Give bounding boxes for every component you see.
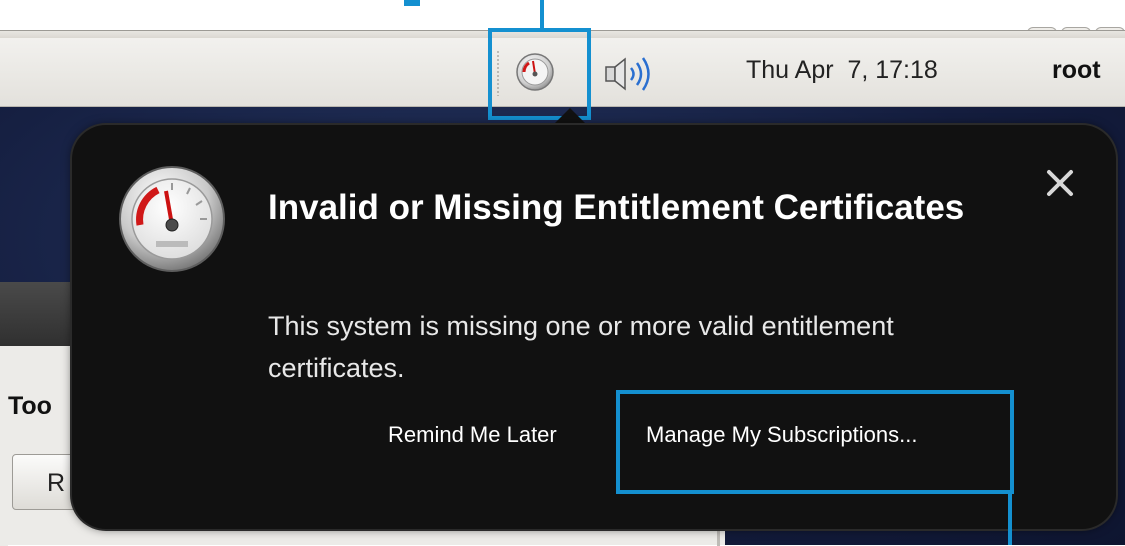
close-icon[interactable] <box>1040 163 1080 203</box>
app-window-frame <box>0 346 8 546</box>
panel-user-menu[interactable]: root <box>1052 56 1101 85</box>
annotation-highlight-tray-icon <box>488 28 591 120</box>
annotation-mark <box>404 0 420 6</box>
panel-clock[interactable]: Thu Apr 7, 17:18 <box>746 56 938 85</box>
notification-body: This system is missing one or more valid… <box>268 311 894 383</box>
annotation-highlight-manage-button <box>616 390 1014 494</box>
notification-title: Invalid or Missing Entitlement Certifica… <box>268 188 965 227</box>
gauge-icon <box>116 163 228 275</box>
annotation-callout-line <box>1008 490 1012 545</box>
remind-me-later-button[interactable]: Remind Me Later <box>388 422 557 448</box>
annotation-callout-line <box>540 0 544 28</box>
speaker-volume-icon[interactable] <box>602 54 660 94</box>
toolbar-label: Too <box>8 392 52 420</box>
